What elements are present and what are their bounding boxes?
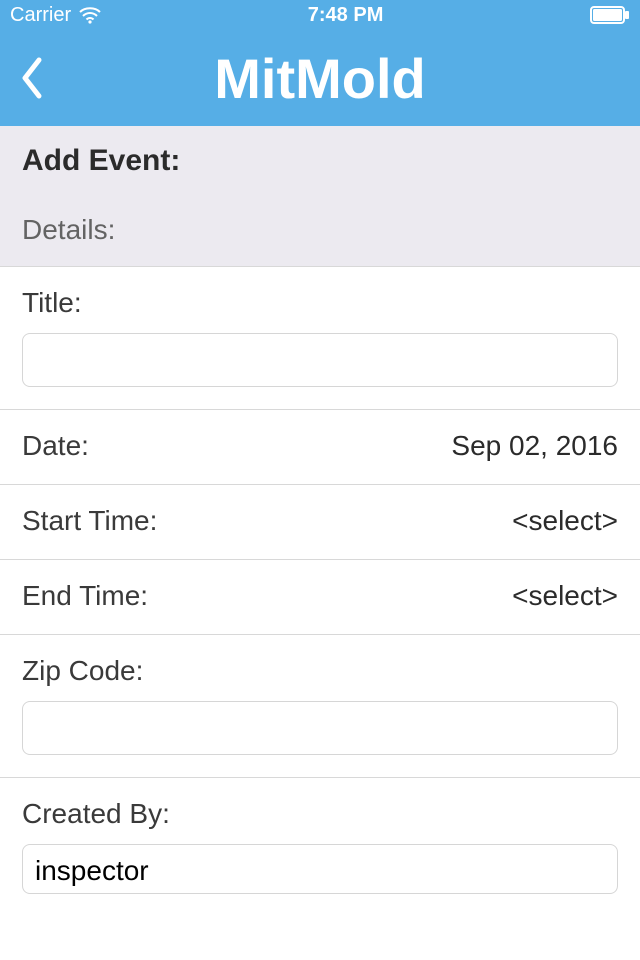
status-right xyxy=(590,6,630,24)
date-row[interactable]: Date: Sep 02, 2016 xyxy=(0,409,640,485)
app-title: MitMold xyxy=(214,46,425,111)
status-left: Carrier xyxy=(10,4,101,27)
status-time: 7:48 PM xyxy=(308,4,384,27)
zip-label: Zip Code: xyxy=(22,655,618,687)
created-by-row: Created By: inspector xyxy=(0,777,640,894)
date-value: Sep 02, 2016 xyxy=(451,430,618,462)
title-row: Title: xyxy=(0,266,640,410)
zip-row: Zip Code: xyxy=(0,634,640,778)
end-time-row[interactable]: End Time: <select> xyxy=(0,559,640,635)
end-time-value: <select> xyxy=(512,580,618,612)
app-header: MitMold xyxy=(0,30,640,126)
chevron-left-icon xyxy=(19,56,45,100)
back-button[interactable] xyxy=(12,48,52,108)
wifi-icon xyxy=(79,6,101,24)
created-by-label: Created By: xyxy=(22,798,618,830)
title-label: Title: xyxy=(22,287,618,319)
page-subtitle: Details: xyxy=(22,214,618,246)
status-bar: Carrier 7:48 PM xyxy=(0,0,640,30)
date-label: Date: xyxy=(22,430,89,462)
title-input[interactable] xyxy=(22,333,618,387)
start-time-label: Start Time: xyxy=(22,505,157,537)
page-title: Add Event: xyxy=(22,144,618,178)
start-time-value: <select> xyxy=(512,505,618,537)
created-by-input[interactable]: inspector xyxy=(22,844,618,894)
zip-input[interactable] xyxy=(22,701,618,755)
section-header: Add Event: Details: xyxy=(0,126,640,266)
start-time-row[interactable]: Start Time: <select> xyxy=(0,484,640,560)
end-time-label: End Time: xyxy=(22,580,148,612)
battery-icon xyxy=(590,6,630,24)
carrier-label: Carrier xyxy=(10,4,71,27)
